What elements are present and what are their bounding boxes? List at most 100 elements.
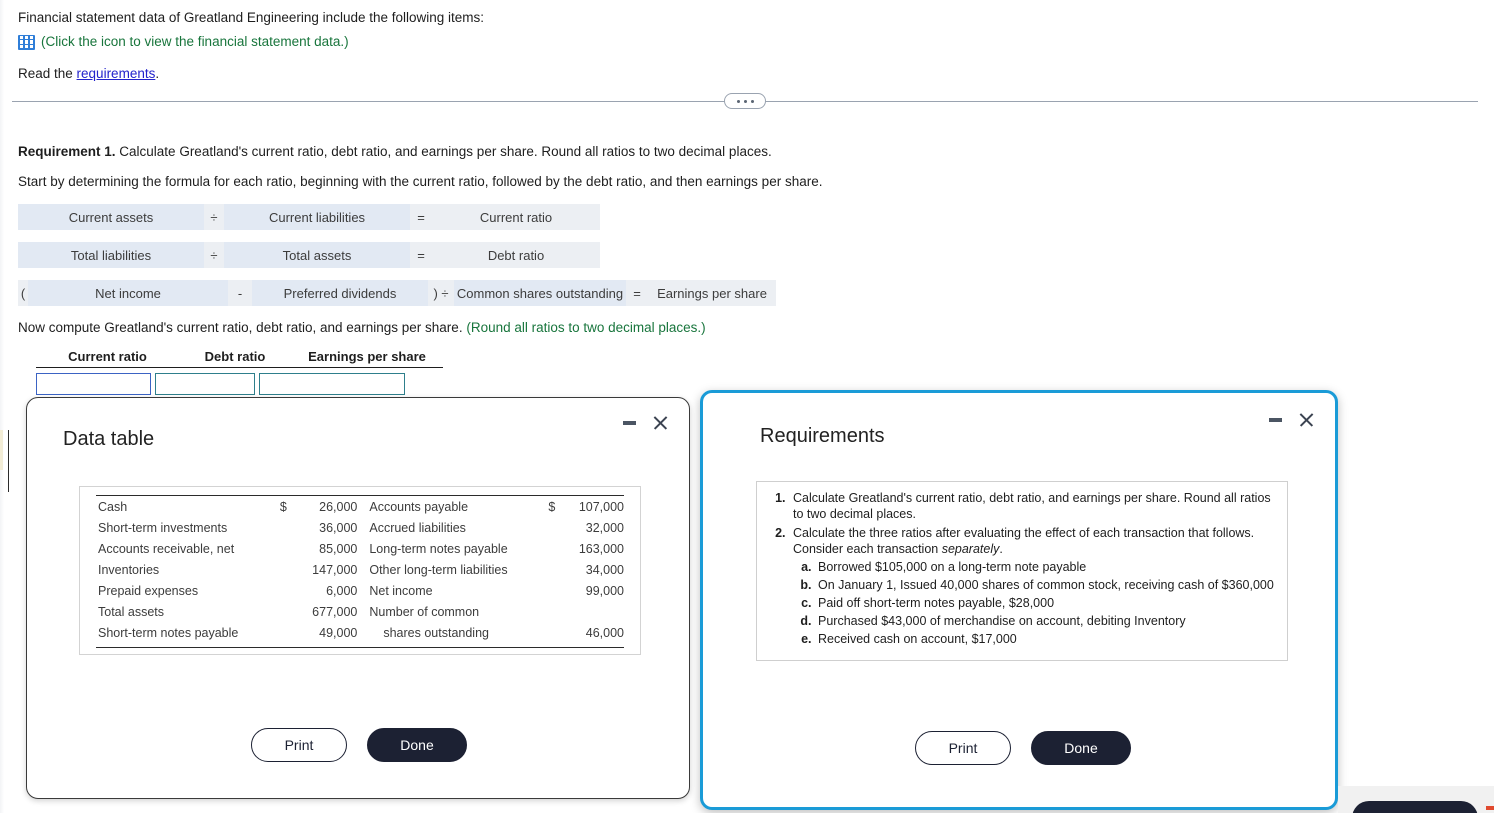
row-5-currency-right (548, 601, 575, 622)
row-3-label-right: Other long-term liabilities (369, 562, 508, 577)
row-0-currency-right: $ (548, 499, 556, 514)
requirement-sublist: Borrowed $105,000 on a long-term note pa… (793, 559, 1277, 647)
data-table-icon-row: (Click the icon to view the financial st… (18, 32, 1018, 52)
subitem-c-text: Paid off short-term notes payable, $28,0… (818, 596, 1055, 610)
requirements-frame: Calculate Greatland's current ratio, deb… (756, 481, 1288, 661)
table-row: Short-term investments 36,000 Accrued li… (80, 517, 640, 538)
requirements-link[interactable]: requirements (77, 66, 156, 81)
row-4-label-right: Net income (369, 583, 433, 598)
done-button[interactable]: Done (367, 728, 467, 762)
table-row: Cash $ 26,000 Accounts payable $ 107,000 (80, 496, 640, 517)
requirements-list: Calculate Greatland's current ratio, deb… (767, 490, 1277, 647)
now-compute-hint: (Round all ratios to two decimal places.… (466, 320, 706, 335)
requirement-item-1-text: Calculate Greatland's current ratio, deb… (793, 491, 1271, 521)
debt-ratio-input[interactable] (155, 373, 255, 395)
formula-2-numerator: Total liabilities (18, 242, 204, 268)
data-table-bottom-rule (96, 647, 624, 648)
requirement-item-2-text: Calculate the three ratios after evaluat… (793, 526, 1255, 556)
list-item: Borrowed $105,000 on a long-term note pa… (815, 559, 1277, 575)
print-button[interactable]: Print (251, 728, 347, 762)
bottom-red-marker (1486, 806, 1494, 810)
requirement-item-2-emphasis: separately (941, 542, 1000, 556)
row-6-currency-left (280, 622, 307, 643)
formula-3-open-paren: ( (18, 280, 28, 306)
subitem-b-text: On January 1, Issued 40,000 shares of co… (818, 578, 1274, 592)
row-5-currency-left (280, 601, 307, 622)
row-3-value-left: 147,000 (312, 562, 358, 577)
row-6-value-right: 46,000 (585, 625, 624, 640)
answer-header-current-ratio: Current ratio (68, 349, 147, 364)
data-table-window-controls (623, 414, 669, 431)
formula-2-equals: = (410, 242, 432, 268)
formula-1-operator: ÷ (204, 204, 224, 230)
requirement-label: Requirement 1. (18, 144, 116, 159)
row-0-currency-left: $ (279, 499, 287, 514)
row-0-label-left: Cash (98, 499, 128, 514)
row-4-currency-right (548, 580, 575, 601)
financial-data-table: Cash $ 26,000 Accounts payable $ 107,000… (80, 496, 640, 643)
close-icon[interactable] (652, 414, 669, 431)
earnings-per-share-input[interactable] (259, 373, 405, 395)
row-1-currency-left (280, 517, 307, 538)
row-0-label-right: Accounts payable (369, 499, 469, 514)
data-table-frame: Cash $ 26,000 Accounts payable $ 107,000… (79, 486, 641, 655)
row-2-label-right: Long-term notes payable (369, 541, 508, 556)
formula-1-equals: = (410, 204, 432, 230)
now-compute-text: Now compute Greatland's current ratio, d… (18, 320, 467, 335)
row-4-label-left: Prepaid expenses (98, 583, 199, 598)
row-1-label-right: Accrued liabilities (369, 520, 466, 535)
requirements-dialog: Requirements Calculate Greatland's curre… (700, 390, 1338, 810)
formula-3-numerator: Net income (28, 280, 228, 306)
row-4-value-left: 6,000 (326, 583, 358, 598)
row-2-currency-right (548, 538, 575, 559)
subitem-e-text: Received cash on account, $17,000 (818, 632, 1017, 646)
formula-2-result: Debt ratio (432, 242, 600, 268)
current-ratio-input[interactable] (36, 373, 151, 395)
requirement-instruction: Start by determining the formula for eac… (18, 174, 823, 189)
formula-1-numerator: Current assets (18, 204, 204, 230)
row-2-value-left: 85,000 (319, 541, 358, 556)
row-1-value-right: 32,000 (585, 520, 624, 535)
minimize-icon[interactable] (623, 420, 636, 425)
row-3-currency-right (548, 559, 575, 580)
row-3-currency-left (280, 559, 307, 580)
close-icon[interactable] (1298, 411, 1315, 428)
list-item: On January 1, Issued 40,000 shares of co… (815, 577, 1277, 593)
row-3-value-right: 34,000 (585, 562, 624, 577)
row-4-value-right: 99,000 (585, 583, 624, 598)
data-table-dialog-title: Data table (63, 428, 155, 450)
row-5-label-right: Number of common (369, 604, 480, 619)
row-2-label-left: Accounts receivable, net (98, 541, 235, 556)
formula-2-denominator: Total assets (224, 242, 410, 268)
list-item: Received cash on account, $17,000 (815, 631, 1277, 647)
formula-2-operator: ÷ (204, 242, 224, 268)
divider-drag-handle[interactable] (724, 93, 766, 109)
formula-3-equals: = (626, 280, 648, 306)
row-5-value-right (575, 601, 640, 622)
bottom-action-button[interactable] (1352, 801, 1478, 813)
formula-3-operator: - (228, 280, 252, 306)
table-row: Prepaid expenses 6,000 Net income 99,000 (80, 580, 640, 601)
formula-1-result: Current ratio (432, 204, 600, 230)
row-6-label-right: shares outstanding (383, 625, 489, 640)
row-1-value-left: 36,000 (319, 520, 358, 535)
subitem-d-text: Purchased $43,000 of merchandise on acco… (818, 614, 1186, 628)
table-row: Short-term notes payable 49,000 shares o… (80, 622, 640, 643)
read-suffix: . (155, 66, 160, 81)
row-3-label-left: Inventories (98, 562, 160, 577)
row-2-currency-left (280, 538, 307, 559)
list-item: Purchased $43,000 of merchandise on acco… (815, 613, 1277, 629)
print-button[interactable]: Print (915, 731, 1011, 765)
done-button[interactable]: Done (1031, 731, 1131, 765)
spreadsheet-icon[interactable] (18, 34, 35, 50)
page-left-edge (0, 0, 7, 813)
read-prefix: Read the (18, 66, 77, 81)
now-compute-line: Now compute Greatland's current ratio, d… (18, 320, 1118, 335)
requirements-dialog-title: Requirements (760, 425, 885, 447)
formula-3-close-paren-divide: ) ÷ (428, 280, 454, 306)
answer-table: Current ratio Debt ratio Earnings per sh… (18, 349, 1118, 395)
minimize-icon[interactable] (1269, 417, 1282, 422)
list-item: Paid off short-term notes payable, $28,0… (815, 595, 1277, 611)
formula-row-debt-ratio: Total liabilities ÷ Total assets = Debt … (18, 242, 1118, 268)
formula-row-earnings-per-share: ( Net income - Preferred dividends ) ÷ C… (18, 280, 1118, 306)
